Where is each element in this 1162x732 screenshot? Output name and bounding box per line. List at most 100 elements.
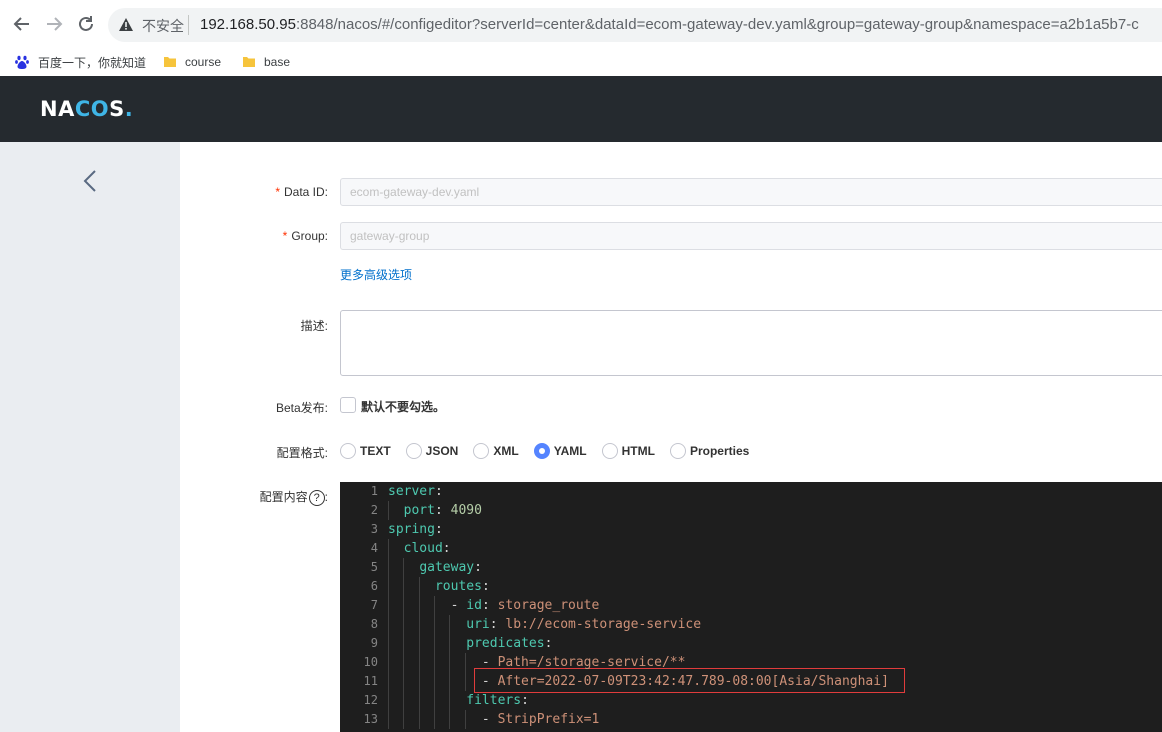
format-radio-json[interactable]: JSON [405, 443, 458, 459]
indent-guide [418, 577, 420, 596]
bookmarks-bar: 百度一下，你就知道 course base [0, 48, 1162, 77]
code-token: : [481, 579, 490, 594]
code-text: cloud: [388, 539, 451, 558]
data-id-input[interactable]: ecom-gateway-dev.yaml [340, 178, 1162, 206]
group-label: * Group: [283, 229, 328, 243]
logo-part: NA [40, 97, 75, 121]
indent-guide [449, 691, 451, 710]
format-radio-html[interactable]: HTML [601, 443, 655, 459]
back-button[interactable] [10, 12, 34, 36]
bookmark-label: 百度一下，你就知道 [38, 55, 147, 70]
code-token: : [434, 503, 451, 518]
code-text: server: [388, 482, 443, 501]
indent-guide [418, 691, 420, 710]
description-textarea[interactable] [340, 310, 1162, 376]
line-number: 12 [363, 693, 378, 707]
code-token: : [474, 560, 482, 575]
url-path: :8848/nacos/#/configeditor?serverId=cent… [295, 16, 1139, 33]
code-token: cloud [403, 541, 443, 556]
code-token: lb://ecom-storage-service [505, 617, 702, 632]
security-status[interactable]: 不安全 [142, 16, 184, 36]
code-line: 10 - Path=/storage-service/** [340, 653, 1162, 672]
code-token: uri [466, 617, 490, 632]
forward-button[interactable] [42, 12, 66, 36]
code-text: gateway: [388, 558, 482, 577]
config-code-editor[interactable]: 1 server: 2 port: 4090 3 spring: 4 cloud: 5 ga… [340, 482, 1162, 732]
arrow-right-icon [47, 17, 63, 31]
format-radio-text[interactable]: TEXT [340, 443, 391, 459]
address-bar[interactable]: 不安全 192.168.50.95:8848/nacos/#/configedi… [108, 8, 1162, 42]
advanced-options-link[interactable]: 更多高级选项 [340, 266, 412, 283]
indent-guide [418, 634, 420, 653]
radio-label: YAML [553, 444, 587, 458]
code-token: After=2022-07-09T23:42:47.789-08:00[Asia… [497, 674, 889, 689]
bookmark-baidu[interactable]: 百度一下，你就知道 [14, 48, 146, 76]
code-token: storage_route [497, 598, 600, 613]
line-number: 7 [370, 598, 378, 612]
code-token: server [388, 484, 435, 499]
line-number: 6 [370, 579, 378, 593]
bookmark-label: course [185, 55, 222, 69]
format-radio-yaml[interactable]: YAML [533, 443, 587, 459]
radio-label: HTML [621, 444, 655, 458]
indent-guide [403, 710, 405, 729]
bookmark-base[interactable]: base [242, 48, 290, 76]
indent-guide [403, 615, 405, 634]
format-radio-properties[interactable]: Properties [669, 443, 749, 459]
warning-icon[interactable] [118, 17, 134, 33]
line-number: 2 [370, 503, 378, 517]
format-radio-xml[interactable]: XML [473, 443, 519, 459]
required-mark: * [275, 185, 280, 199]
line-number: 9 [370, 636, 378, 650]
bookmark-course[interactable]: course [163, 48, 221, 76]
logo-part: . [124, 97, 134, 121]
indent-guide [433, 672, 435, 691]
indent-guide [388, 615, 389, 634]
indent-guide [403, 653, 405, 672]
code-token: 4090 [450, 503, 482, 518]
line-number: 3 [370, 522, 378, 536]
help-icon[interactable]: ? [308, 489, 325, 506]
code-line: 1 server: [340, 482, 1162, 501]
indent-guide [403, 672, 405, 691]
line-number: 1 [370, 484, 378, 498]
code-line: 8 uri: lb://ecom-storage-service [340, 615, 1162, 634]
browser-toolbar: 不安全 192.168.50.95:8848/nacos/#/configedi… [0, 0, 1162, 48]
code-token: : [489, 617, 506, 632]
code-token: Path=/storage-service/** [497, 655, 686, 670]
code-text: filters: [388, 691, 529, 710]
indent-guide [418, 672, 420, 691]
code-token: spring [388, 522, 435, 537]
code-token: routes [434, 579, 482, 594]
beta-checkbox[interactable] [340, 397, 356, 413]
sidebar [0, 142, 180, 732]
radio-circle [340, 443, 356, 459]
code-text: port: 4090 [388, 501, 482, 520]
indent-guide [418, 653, 420, 672]
indent-guide [464, 710, 466, 729]
beta-checkbox-label[interactable]: 默认不要勾选。 [361, 398, 445, 415]
code-line: 11 - After=2022-07-09T23:42:47.789-08:00… [340, 672, 1162, 691]
indent-guide [418, 615, 420, 634]
reload-button[interactable] [74, 12, 98, 36]
group-input[interactable]: gateway-group [340, 222, 1162, 250]
content-label: 配置内容?: [260, 488, 328, 506]
line-number: 8 [370, 617, 378, 631]
code-token: predicates [466, 636, 545, 651]
data-id-label: * Data ID: [275, 185, 328, 199]
nacos-logo[interactable]: NACOS. [40, 97, 133, 121]
collapse-sidebar-button[interactable] [80, 168, 100, 194]
url-text[interactable]: 192.168.50.95:8848/nacos/#/configeditor?… [200, 16, 1139, 33]
radio-label: TEXT [360, 444, 391, 458]
code-text: - Path=/storage-service/** [388, 653, 686, 672]
baidu-paw-icon [15, 55, 29, 69]
code-text: spring: [388, 520, 443, 539]
indent-guide [464, 672, 466, 691]
indent-guide [388, 501, 389, 520]
indent-guide [403, 558, 405, 577]
